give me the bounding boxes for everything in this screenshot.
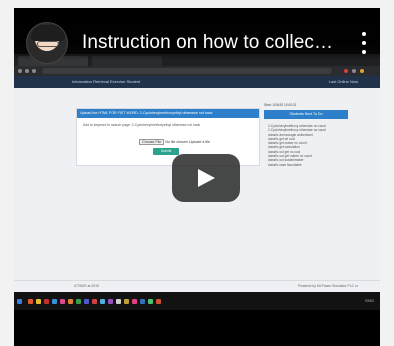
upload-card-title: Upload the HTML FOR FIST WORD: 2-Cyclohe… (77, 109, 259, 118)
menu-dot (362, 32, 366, 36)
app-icon[interactable] (132, 299, 137, 304)
video-title-bar: Instruction on how to collec… (14, 8, 380, 64)
app-icon[interactable] (60, 299, 65, 304)
back-icon[interactable] (18, 69, 22, 73)
reload-icon[interactable] (32, 69, 36, 73)
app-icon[interactable] (156, 299, 161, 304)
channel-avatar[interactable] (26, 22, 68, 64)
avatar-hair (31, 25, 65, 41)
extension-icon[interactable] (352, 69, 356, 73)
app-icon[interactable] (148, 299, 153, 304)
file-extra-label: Upload/ a file (188, 140, 210, 144)
profile-icon[interactable] (360, 69, 364, 73)
menu-dot (362, 50, 366, 54)
upload-instruction: Add to keyword to search page: 2-Cyclohe… (83, 123, 201, 127)
more-vert-icon[interactable] (358, 32, 370, 56)
app-icon[interactable] (108, 299, 113, 304)
site-header-title: Information Retrieval Exercise Student (72, 79, 141, 84)
app-icon[interactable] (100, 299, 105, 304)
app-icon[interactable] (76, 299, 81, 304)
file-name-label: No file chosen (165, 140, 188, 144)
browser-address-bar (14, 66, 380, 76)
taskbar-tray: ENG (365, 298, 374, 303)
folder-icon[interactable] (36, 299, 41, 304)
footer-right: Powered by Mt Power Simulator PLC or (298, 284, 358, 288)
play-button[interactable] (172, 154, 240, 202)
app-icon[interactable] (116, 299, 121, 304)
avatar-glasses (37, 41, 59, 47)
taskbar: ENG (14, 292, 380, 310)
video-title[interactable]: Instruction on how to collec… (82, 32, 333, 54)
app-icon[interactable] (124, 299, 129, 304)
letterbox-bottom (14, 310, 380, 346)
site-header: Information Retrieval Exercise Student L… (14, 76, 380, 88)
app-icon[interactable] (28, 299, 33, 304)
play-icon (198, 169, 215, 187)
site-header-status: Last Online Now (328, 79, 358, 84)
app-icon[interactable] (92, 299, 97, 304)
forward-icon[interactable] (25, 69, 29, 73)
submit-button[interactable]: Submit (153, 148, 179, 155)
file-upload-row: Choose File No file chosen Upload/ a fil… (139, 139, 210, 145)
start-icon[interactable] (17, 299, 22, 304)
app-icon[interactable] (68, 299, 73, 304)
video-player[interactable]: Information Retrieval Exercise Student L… (14, 8, 380, 346)
app-icon[interactable] (52, 299, 57, 304)
menu-dot (362, 41, 366, 45)
url-field[interactable] (42, 68, 332, 74)
site-footer: ICTBGS at 2019 Powered by Mt Power Simul… (14, 280, 380, 292)
app-icon[interactable] (44, 299, 49, 304)
list-item[interactable]: classfic case favoritable (268, 163, 326, 167)
app-icon[interactable] (84, 299, 89, 304)
list-item[interactable]: 2-Cyclohexylmethoxy otherwise no count (268, 128, 326, 132)
side-list: 2-Cyclohexylmethoxy otherwise no count 2… (268, 124, 326, 167)
app-icon[interactable] (140, 299, 145, 304)
choose-file-button[interactable]: Choose File (139, 139, 165, 145)
side-panel-title: Students Next To Do (264, 110, 348, 119)
footer-left: ICTBGS at 2019 (74, 284, 99, 288)
side-date: Start: 1/06/19 10:00:21 (264, 103, 297, 107)
extension-icon[interactable] (344, 69, 348, 73)
